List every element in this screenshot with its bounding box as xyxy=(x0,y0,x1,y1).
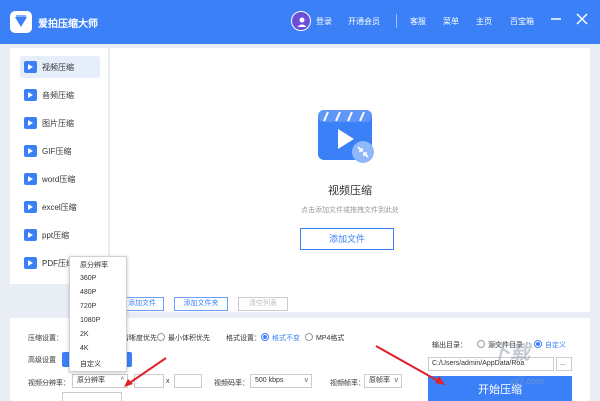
excel-icon xyxy=(24,201,37,213)
ppt-icon xyxy=(24,229,37,241)
video-compress-icon xyxy=(318,110,376,166)
format-settings-label: 格式设置： xyxy=(226,335,261,342)
resolution-option[interactable]: 480P xyxy=(80,289,96,296)
gif-icon xyxy=(24,145,37,157)
sidebar-item-excel[interactable]: excel压缩 xyxy=(20,196,100,218)
resolution-label: 视频分辨率： xyxy=(28,380,70,387)
close-icon[interactable] xyxy=(574,11,590,27)
chevron-down-icon: v xyxy=(304,377,309,384)
sidebar-item-word[interactable]: word压缩 xyxy=(20,168,100,190)
watermark: 下载 xyxy=(490,342,530,364)
sidebar-item-label: excel压缩 xyxy=(42,203,77,212)
framerate-value: 原帧率 xyxy=(369,377,390,384)
sidebar-item-gif[interactable]: GIF压缩 xyxy=(20,140,100,162)
framerate-label: 视频帧率： xyxy=(330,380,365,387)
width-input[interactable] xyxy=(134,374,164,388)
title-bar: 爱拍压缩大师 登录 开通会员 客服 菜单 主页 百宝箱 xyxy=(0,0,600,44)
header-divider xyxy=(396,14,397,28)
app-title: 爱拍压缩大师 xyxy=(38,19,98,30)
source-dir-radio[interactable] xyxy=(477,340,485,348)
resolution-dropdown: 原分辨率 360P 480P 720P 1080P 2K 4K 自定义 xyxy=(69,256,127,372)
bitrate-select[interactable]: 500 kbps v xyxy=(250,374,312,388)
resolution-option[interactable]: 4K xyxy=(80,345,89,352)
chevron-down-icon: v xyxy=(394,377,399,384)
smallest-size-label[interactable]: 最小体积优先 xyxy=(168,333,210,343)
resolution-option[interactable]: 2K xyxy=(80,331,89,338)
bitrate-value: 500 kbps xyxy=(255,377,284,384)
sidebar-item-label: word压缩 xyxy=(42,175,76,184)
add-folder-button[interactable]: 添加文件夹 xyxy=(174,297,228,311)
bitrate-label: 视频码率： xyxy=(214,380,249,387)
sidebar-item-ppt[interactable]: ppt压缩 xyxy=(20,224,100,246)
sidebar: 视频压缩 音频压缩 图片压缩 GIF压缩 word压缩 excel压缩 ppt压… xyxy=(10,48,108,284)
format-keep-label[interactable]: 格式不变 xyxy=(272,333,300,343)
file-drop-area[interactable] xyxy=(110,48,590,312)
sidebar-item-image[interactable]: 图片压缩 xyxy=(20,112,100,134)
start-compress-button[interactable]: 开始压缩 xyxy=(428,376,572,401)
video-icon xyxy=(24,61,37,73)
image-icon xyxy=(24,117,37,129)
toolbox-link[interactable]: 百宝箱 xyxy=(510,16,534,27)
user-avatar-icon[interactable] xyxy=(291,11,311,31)
word-icon xyxy=(24,173,37,185)
audio-icon xyxy=(24,89,37,101)
compress-settings-label: 压缩设置： xyxy=(28,335,63,342)
format-keep-radio[interactable] xyxy=(261,333,269,341)
sidebar-item-audio[interactable]: 音频压缩 xyxy=(20,84,100,106)
pdf-icon xyxy=(24,257,37,269)
output-dir-label: 输出目录： xyxy=(432,342,467,349)
height-input[interactable] xyxy=(174,374,202,388)
sidebar-item-video[interactable]: 视频压缩 xyxy=(20,56,100,78)
resolution-option[interactable]: 720P xyxy=(80,303,96,310)
custom-dir-radio[interactable] xyxy=(534,340,542,348)
clarity-first-label[interactable]: 清晰度优先 xyxy=(122,333,157,343)
resolution-select[interactable]: 原分辨率 ^ xyxy=(72,374,128,388)
sidebar-item-label: 音频压缩 xyxy=(42,91,74,100)
resolution-value: 原分辨率 xyxy=(77,377,105,384)
service-link[interactable]: 客服 xyxy=(410,16,426,27)
clear-list-button[interactable]: 清空列表 xyxy=(238,297,288,311)
resolution-option[interactable]: 1080P xyxy=(80,317,100,324)
login-link[interactable]: 登录 xyxy=(316,16,332,27)
extra-input[interactable] xyxy=(62,392,122,401)
vip-link[interactable]: 开通会员 xyxy=(348,16,380,27)
format-mp4-radio[interactable] xyxy=(305,333,313,341)
sidebar-item-label: 视频压缩 xyxy=(42,63,74,72)
browse-button[interactable]: ... xyxy=(556,357,572,371)
custom-dir-label[interactable]: 自定义 xyxy=(545,340,566,350)
advanced-settings-label: 高级设置 xyxy=(28,357,56,364)
resolution-option[interactable]: 原分辨率 xyxy=(80,260,108,270)
app-logo-icon xyxy=(10,11,32,33)
home-link[interactable]: 主页 xyxy=(476,16,492,27)
sidebar-item-label: 图片压缩 xyxy=(42,119,74,128)
drop-hint: 点击添加文件或拖拽文件到此处 xyxy=(301,207,399,214)
watermark-url: xz7.com xyxy=(510,376,544,386)
sidebar-item-label: GIF压缩 xyxy=(42,147,72,156)
chevron-up-icon: ^ xyxy=(120,377,124,384)
sidebar-item-label: ppt压缩 xyxy=(42,231,70,240)
drop-title: 视频压缩 xyxy=(328,185,372,197)
resolution-x-label: x xyxy=(166,378,170,385)
minimize-icon[interactable] xyxy=(548,11,564,27)
resolution-option[interactable]: 360P xyxy=(80,275,96,282)
resolution-option[interactable]: 自定义 xyxy=(80,359,101,369)
smallest-size-radio[interactable] xyxy=(157,333,165,341)
format-mp4-label[interactable]: MP4格式 xyxy=(316,333,344,343)
menu-link[interactable]: 菜单 xyxy=(443,16,459,27)
framerate-select[interactable]: 原帧率 v xyxy=(364,374,402,388)
add-file-button[interactable]: 添加文件 xyxy=(300,228,394,250)
